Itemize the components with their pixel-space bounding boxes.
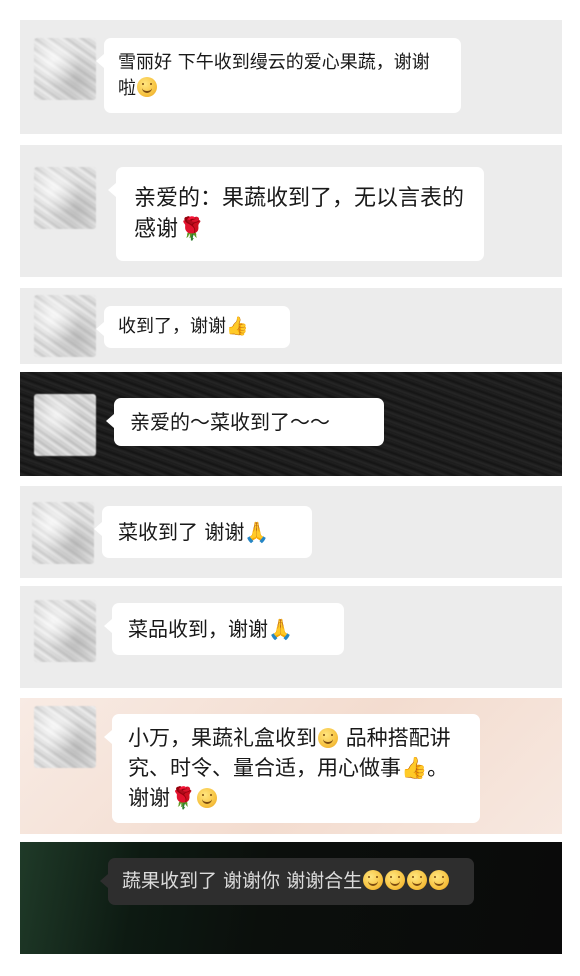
message-text: 收到了，谢谢 — [118, 316, 226, 337]
smile-icon — [429, 870, 450, 890]
message-text: 小万，果蔬礼盒收到 — [128, 726, 317, 750]
thumbs-up-icon: 👍 — [226, 316, 249, 337]
rose-icon: 🌹 — [178, 217, 206, 243]
message-text: 蔬果收到了 谢谢你 谢谢合生 — [122, 870, 363, 892]
rose-icon: 🌹 — [170, 785, 197, 810]
chat-screenshot-8: 蔬果收到了 谢谢你 谢谢合生 — [20, 842, 562, 954]
smile-icon — [363, 870, 384, 890]
smile-icon — [197, 787, 218, 808]
message-text: 亲爱的～菜收到了～～ — [130, 410, 330, 434]
avatar — [34, 167, 96, 229]
avatar — [32, 502, 94, 564]
smile-icon — [385, 870, 406, 890]
avatar — [34, 600, 96, 662]
smile-icon — [318, 728, 338, 748]
chat-screenshot-7: 小万，果蔬礼盒收到 品种搭配讲究、时令、量合适，用心做事👍。谢谢🌹 — [20, 698, 562, 834]
message-bubble: 菜品收到，谢谢🙏 — [104, 603, 344, 656]
pray-icon: 🙏 — [244, 520, 270, 544]
message-text: 菜收到了 谢谢 — [118, 520, 245, 544]
smile-icon — [407, 870, 428, 890]
message-bubble: 亲爱的～菜收到了～～ — [106, 398, 384, 447]
message-bubble: 雪丽好 下午收到缦云的爱心果蔬，谢谢啦 — [96, 38, 461, 114]
chat-screenshot-2: 亲爱的：果蔬收到了，无以言表的感谢🌹 — [20, 145, 562, 277]
message-bubble: 亲爱的：果蔬收到了，无以言表的感谢🌹 — [108, 167, 484, 262]
avatar — [34, 394, 96, 456]
chat-screenshot-6: 菜品收到，谢谢🙏 — [20, 586, 562, 688]
message-bubble: 小万，果蔬礼盒收到 品种搭配讲究、时令、量合适，用心做事👍。谢谢🌹 — [104, 714, 480, 824]
message-text: 雪丽好 下午收到缦云的爱心果蔬，谢谢啦 — [118, 52, 430, 99]
message-bubble: 蔬果收到了 谢谢你 谢谢合生 — [100, 858, 474, 905]
message-text: 菜品收到，谢谢 — [128, 617, 268, 641]
avatar — [34, 38, 96, 100]
pray-icon: 🙏 — [268, 617, 293, 641]
smile-icon — [137, 76, 157, 97]
chat-screenshot-4: 亲爱的～菜收到了～～ — [20, 372, 562, 476]
message-bubble: 菜收到了 谢谢🙏 — [94, 506, 312, 559]
thumbs-up-icon: 👍 — [401, 755, 428, 780]
chat-screenshot-5: 菜收到了 谢谢🙏 — [20, 486, 562, 578]
chat-screenshot-1: 雪丽好 下午收到缦云的爱心果蔬，谢谢啦 — [20, 20, 562, 134]
avatar — [34, 706, 96, 768]
avatar — [34, 295, 96, 357]
message-bubble: 收到了，谢谢👍 — [96, 306, 290, 348]
chat-screenshot-3: 收到了，谢谢👍 — [20, 288, 562, 364]
